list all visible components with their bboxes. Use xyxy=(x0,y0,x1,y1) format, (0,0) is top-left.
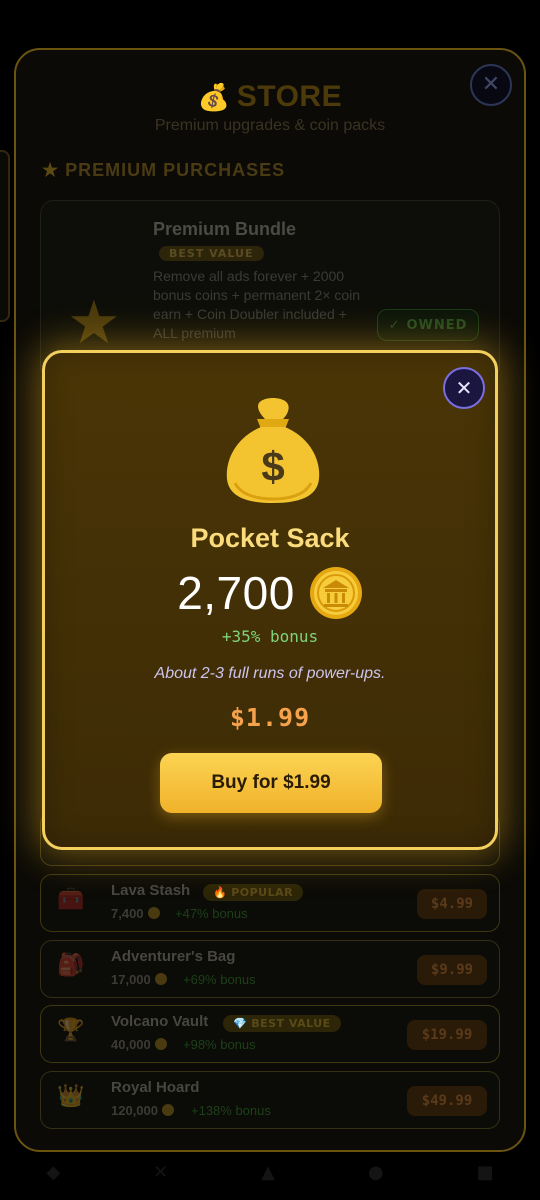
trophy-icon: 🏆 xyxy=(57,1018,85,1043)
section-header: ★ PREMIUM PURCHASES xyxy=(42,160,285,181)
pack-row-royal-hoard[interactable]: 👑 Royal Hoard 120,000 +138% bonus $49.99 xyxy=(40,1071,500,1129)
amount-row: 2,700 xyxy=(45,563,495,623)
nav-icon: ■ xyxy=(476,1161,494,1183)
chest-icon: 🧰 xyxy=(57,887,85,912)
svg-text:$: $ xyxy=(261,443,284,490)
pack-bonus: +69% bonus xyxy=(183,972,256,987)
coin-amount: 2,700 xyxy=(177,567,295,619)
nav-icon: ✕ xyxy=(153,1161,169,1183)
pack-row-lava-stash[interactable]: 🧰 Lava Stash 🔥 POPULAR 7,400 +47% bonus $… xyxy=(40,874,500,932)
bundle-description: Remove all ads forever + 2000 bonus coin… xyxy=(153,268,361,341)
side-drawer-tab xyxy=(0,150,10,322)
modal-close-button[interactable]: ✕ xyxy=(443,367,485,409)
section-title: PREMIUM PURCHASES xyxy=(65,160,286,180)
amount-value: 17,000 xyxy=(111,972,151,987)
fire-icon: 🔥 xyxy=(213,886,228,899)
popular-badge: 🔥 POPULAR xyxy=(203,884,304,901)
store-title: STORE xyxy=(236,80,343,113)
pack-amount: 40,000 xyxy=(111,1037,167,1052)
check-icon: ✓ xyxy=(388,317,401,333)
bundle-name: Premium Bundle xyxy=(153,219,297,239)
star-icon: ★ xyxy=(42,160,60,180)
gem-icon: 💎 xyxy=(233,1017,248,1030)
pack-bonus: +47% bonus xyxy=(175,906,248,921)
amount-value: 120,000 xyxy=(111,1103,158,1118)
badge-label: BEST VALUE xyxy=(251,1017,331,1030)
store-title-row: 💰 STORE xyxy=(0,80,540,114)
nav-icon: ◆ xyxy=(46,1161,61,1183)
pack-name: Adventurer's Bag xyxy=(111,948,236,965)
buy-button[interactable]: Buy for $1.99 xyxy=(160,753,382,813)
pack-amount: 120,000 xyxy=(111,1103,174,1118)
money-bag-icon: $ xyxy=(226,398,320,503)
price-label: $1.99 xyxy=(229,703,311,732)
close-icon: ✕ xyxy=(455,376,473,400)
pack-amount: 17,000 xyxy=(111,972,167,987)
pack-description: About 2-3 full runs of power-ups. xyxy=(154,665,386,682)
pack-price-button[interactable]: $49.99 xyxy=(407,1086,487,1116)
best-value-badge: BEST VALUE xyxy=(159,246,264,261)
owned-button: ✓ OWNED xyxy=(377,309,479,341)
coin-icon xyxy=(154,1038,167,1050)
purchase-modal: ✕ $ Pocket Sack 2,700 +35% bonus About 2… xyxy=(42,350,498,850)
pack-bonus: +138% bonus xyxy=(191,1103,271,1118)
modal-title: Pocket Sack xyxy=(190,523,350,553)
coin-icon xyxy=(162,1104,174,1116)
bottom-nav-dimmed: ◆ ✕ ▲ ● ■ xyxy=(0,1152,540,1192)
coin-icon xyxy=(147,907,160,919)
pack-name: Royal Hoard xyxy=(111,1079,200,1096)
crown-icon: 👑 xyxy=(57,1084,85,1109)
star-icon: ★ xyxy=(67,288,121,358)
owned-label: OWNED xyxy=(406,317,468,333)
pack-row-adventurers-bag[interactable]: 🎒 Adventurer's Bag 17,000 +69% bonus $9.… xyxy=(40,940,500,998)
nav-icon: ▲ xyxy=(261,1161,275,1183)
nav-icon: ● xyxy=(367,1161,384,1183)
pack-name: Lava Stash xyxy=(111,882,191,899)
pack-amount: 7,400 xyxy=(111,906,160,921)
money-bag-icon: 💰 xyxy=(197,82,231,112)
pack-price-button[interactable]: $19.99 xyxy=(407,1020,487,1050)
backpack-icon: 🎒 xyxy=(57,953,85,978)
store-subtitle: Premium upgrades & coin packs xyxy=(154,117,386,134)
coin-icon xyxy=(154,973,167,985)
pack-price-button[interactable]: $9.99 xyxy=(417,955,487,985)
pack-bonus: +98% bonus xyxy=(183,1037,256,1052)
pack-row-volcano-vault[interactable]: 🏆 Volcano Vault 💎 BEST VALUE 40,000 +98% … xyxy=(40,1005,500,1063)
coin-icon xyxy=(309,567,362,619)
pack-name: Volcano Vault xyxy=(111,1013,209,1030)
bonus-text: +35% bonus xyxy=(221,627,319,646)
best-value-badge: 💎 BEST VALUE xyxy=(223,1015,341,1032)
badge-label: POPULAR xyxy=(231,886,294,899)
amount-value: 7,400 xyxy=(111,906,144,921)
pack-price-button[interactable]: $4.99 xyxy=(417,889,487,919)
amount-value: 40,000 xyxy=(111,1037,151,1052)
